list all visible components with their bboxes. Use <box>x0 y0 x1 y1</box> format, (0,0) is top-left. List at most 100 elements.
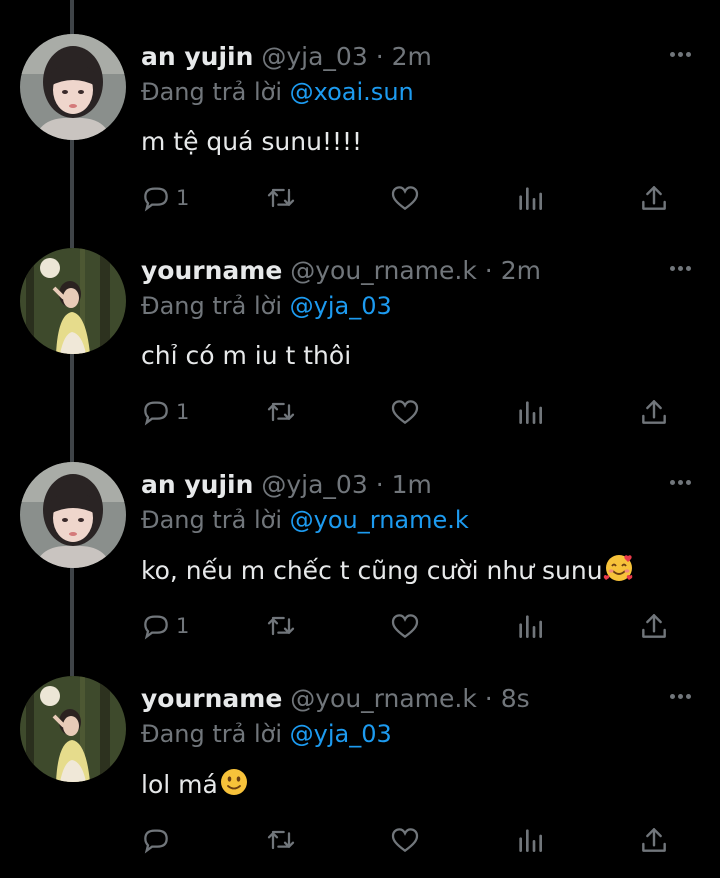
tweet-text-content: lol má <box>141 770 218 799</box>
reply-icon <box>144 829 168 854</box>
separator-dot: · <box>484 684 493 713</box>
more-options-icon[interactable] <box>660 472 700 492</box>
heart-icon <box>391 186 419 211</box>
display-name[interactable]: yourname <box>141 684 282 713</box>
reply-button[interactable]: 1 <box>140 394 189 430</box>
tweet-header: an yujin @yja_03 · 2m <box>141 40 432 74</box>
like-button[interactable] <box>388 822 422 858</box>
retweet-icon <box>267 830 295 850</box>
tweet-text-content: chỉ có m iu t thôi <box>141 341 352 370</box>
tweet-text-content: ko, nếu m chếc t cũng cười như sunu <box>141 556 603 585</box>
replying-to: Đang trả lời @you_rname.k <box>141 503 469 537</box>
heart-icon <box>391 400 419 425</box>
share-icon <box>642 614 666 638</box>
replying-to: Đang trả lời @xoai.sun <box>141 75 414 109</box>
reply-count: 1 <box>176 400 190 424</box>
smiling-face-with-hearts-emoji <box>603 552 635 594</box>
share-button[interactable] <box>638 394 670 430</box>
reply-button[interactable]: 1 <box>140 180 189 216</box>
slightly-smiling-face-emoji <box>218 766 250 808</box>
tweet-actions: 1 <box>0 394 720 432</box>
reply-icon <box>144 615 168 640</box>
reply-icon <box>144 401 168 426</box>
user-handle[interactable]: @yja_03 <box>261 42 367 71</box>
tweet-actions <box>0 822 720 860</box>
timestamp[interactable]: 1m <box>392 470 432 499</box>
retweet-button[interactable] <box>264 180 298 216</box>
like-button[interactable] <box>388 394 422 430</box>
reply-button[interactable] <box>140 822 176 858</box>
tweet-header: yourname @you_rname.k · 2m <box>141 254 541 288</box>
replying-to-handle[interactable]: @you_rname.k <box>290 506 469 534</box>
share-button[interactable] <box>638 608 670 644</box>
separator-dot: · <box>484 256 493 285</box>
share-icon <box>642 186 666 210</box>
replying-to-label: Đang trả lời <box>141 720 283 748</box>
tweet-text: lol má <box>141 766 250 808</box>
reply-count: 1 <box>176 614 190 638</box>
retweet-button[interactable] <box>264 608 298 644</box>
replying-to: Đang trả lời @yja_03 <box>141 289 392 323</box>
tweet[interactable]: an yujin @yja_03 · 2m Đang trả lời @xoai… <box>0 0 720 214</box>
share-icon <box>642 828 666 852</box>
tweet-header: yourname @you_rname.k · 8s <box>141 682 530 716</box>
separator-dot: · <box>375 470 384 499</box>
replying-to-label: Đang trả lời <box>141 292 283 320</box>
tweet-text: chỉ có m iu t thôi <box>141 338 351 374</box>
tweet-text: m tệ quá sunu!!!! <box>141 124 362 160</box>
more-options-icon[interactable] <box>660 44 700 64</box>
retweet-icon <box>267 188 295 208</box>
display-name[interactable]: yourname <box>141 256 282 285</box>
user-handle[interactable]: @you_rname.k <box>290 684 477 713</box>
replying-to-handle[interactable]: @yja_03 <box>290 292 392 320</box>
like-button[interactable] <box>388 608 422 644</box>
avatar[interactable] <box>20 462 126 568</box>
share-button[interactable] <box>638 180 670 216</box>
display-name[interactable]: an yujin <box>141 470 253 499</box>
reply-button[interactable]: 1 <box>140 608 189 644</box>
more-options-icon[interactable] <box>660 686 700 706</box>
like-button[interactable] <box>388 180 422 216</box>
views-chart-icon <box>519 401 542 424</box>
retweet-icon <box>267 616 295 636</box>
views-button[interactable] <box>514 394 546 430</box>
avatar[interactable] <box>20 248 126 354</box>
tweet-actions: 1 <box>0 608 720 646</box>
views-button[interactable] <box>514 180 546 216</box>
heart-icon <box>391 614 419 639</box>
views-chart-icon <box>519 187 542 210</box>
tweet[interactable]: yourname @you_rname.k · 2m Đang trả lời … <box>0 214 720 428</box>
tweet-text-content: m tệ quá sunu!!!! <box>141 127 363 156</box>
retweet-icon <box>267 402 295 422</box>
timestamp[interactable]: 2m <box>392 42 432 71</box>
tweet[interactable]: yourname @you_rname.k · 8s Đang trả lời … <box>0 642 720 856</box>
display-name[interactable]: an yujin <box>141 42 253 71</box>
retweet-button[interactable] <box>264 822 298 858</box>
reply-count: 1 <box>176 186 190 210</box>
user-handle[interactable]: @you_rname.k <box>290 256 477 285</box>
views-chart-icon <box>519 615 542 638</box>
tweet-text: ko, nếu m chếc t cũng cười như sunu <box>141 552 635 594</box>
more-options-icon[interactable] <box>660 258 700 278</box>
avatar[interactable] <box>20 34 126 140</box>
timestamp[interactable]: 2m <box>501 256 541 285</box>
replying-to-label: Đang trả lời <box>141 506 283 534</box>
views-button[interactable] <box>514 608 546 644</box>
share-icon <box>642 400 666 424</box>
views-button[interactable] <box>514 822 546 858</box>
heart-icon <box>391 828 419 853</box>
replying-to-handle[interactable]: @yja_03 <box>290 720 392 748</box>
replying-to-label: Đang trả lời <box>141 78 283 106</box>
tweet-header: an yujin @yja_03 · 1m <box>141 468 432 502</box>
avatar[interactable] <box>20 676 126 782</box>
replying-to: Đang trả lời @yja_03 <box>141 717 392 751</box>
share-button[interactable] <box>638 822 670 858</box>
timestamp[interactable]: 8s <box>501 684 530 713</box>
user-handle[interactable]: @yja_03 <box>261 470 367 499</box>
separator-dot: · <box>375 42 384 71</box>
tweet-actions: 1 <box>0 180 720 218</box>
reply-thread: an yujin @yja_03 · 2m Đang trả lời @xoai… <box>0 0 720 878</box>
retweet-button[interactable] <box>264 394 298 430</box>
tweet[interactable]: an yujin @yja_03 · 1m Đang trả lời @you_… <box>0 428 720 642</box>
replying-to-handle[interactable]: @xoai.sun <box>290 78 414 106</box>
